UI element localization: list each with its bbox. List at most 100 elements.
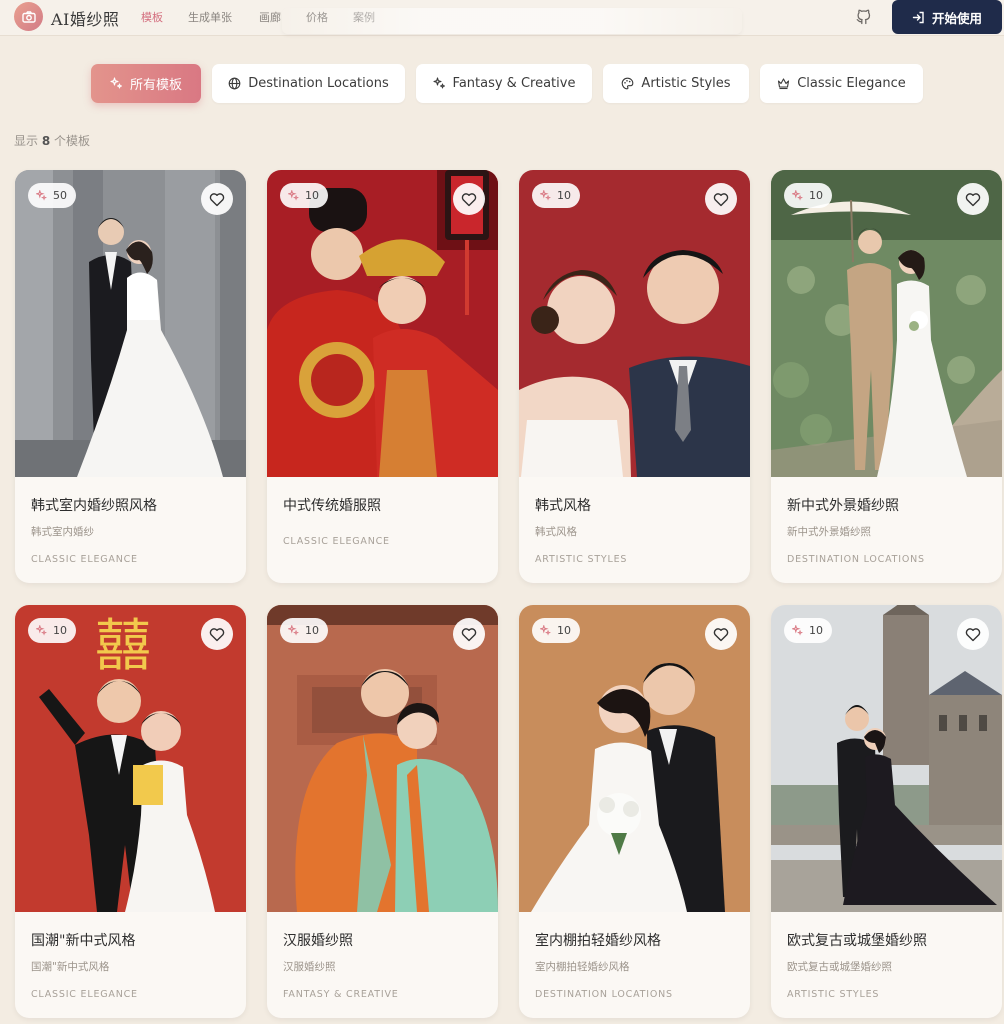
card-subtitle: 韩式室内婚纱	[31, 526, 94, 538]
login-icon	[912, 11, 924, 23]
palette-icon	[622, 77, 634, 90]
template-card[interactable]: 10 汉服婚纱照 汉服婚纱照 FANTASY & CREATIVE	[267, 605, 498, 1018]
filter-destination-locations[interactable]: Destination Locations	[212, 64, 405, 103]
likes-count: 10	[557, 189, 571, 202]
crown-icon	[778, 78, 790, 90]
heart-icon	[713, 627, 729, 641]
sparkles-icon	[792, 625, 803, 636]
sparkles-icon	[792, 190, 803, 201]
heart-icon	[209, 192, 225, 206]
likes-count: 50	[53, 189, 67, 202]
sparkles-icon	[36, 625, 47, 636]
sparkles-icon	[36, 190, 47, 201]
start-button[interactable]: 开始使用	[892, 0, 1002, 34]
likes-badge: 10	[784, 618, 832, 643]
template-card[interactable]: 10 欧式复古或城堡婚纱照 欧式复古或城堡婚纱照 ARTISTIC STYLES	[771, 605, 1002, 1018]
blurred-search-area	[282, 8, 742, 34]
filter-fantasy-creative[interactable]: Fantasy & Creative	[416, 64, 592, 103]
sparkles-icon	[432, 77, 445, 89]
card-subtitle: 室内棚拍轻婚纱风格	[535, 961, 630, 973]
card-category: FANTASY & CREATIVE	[283, 989, 399, 1000]
template-photo[interactable]: 囍	[15, 605, 246, 912]
filter-artistic-styles[interactable]: Artistic Styles	[603, 64, 749, 103]
card-title: 新中式外景婚纱照	[787, 498, 899, 514]
sparkles-icon	[540, 625, 551, 636]
likes-badge: 10	[532, 618, 580, 643]
heart-icon	[461, 627, 477, 641]
likes-count: 10	[557, 624, 571, 637]
card-title: 韩式风格	[535, 498, 591, 514]
likes-count: 10	[53, 624, 67, 637]
template-photo[interactable]	[771, 170, 1002, 477]
card-title: 汉服婚纱照	[283, 933, 353, 949]
favorite-button[interactable]	[453, 618, 485, 650]
favorite-button[interactable]	[453, 183, 485, 215]
favorite-button[interactable]	[201, 618, 233, 650]
template-card[interactable]: 囍 10 国潮"新中式风格 国潮"新中式风格 CLASSIC ELEGANCE	[15, 605, 246, 1018]
card-subtitle: 国潮"新中式风格	[31, 961, 110, 973]
filter-label: Artistic Styles	[641, 76, 731, 91]
favorite-button[interactable]	[201, 183, 233, 215]
heart-icon	[965, 627, 981, 641]
svg-text:囍: 囍	[95, 614, 151, 679]
sparkles-icon	[540, 190, 551, 201]
heart-icon	[461, 192, 477, 206]
template-card[interactable]: 10 韩式风格 韩式风格 ARTISTIC STYLES	[519, 170, 750, 583]
filter-label: Classic Elegance	[797, 76, 906, 91]
likes-count: 10	[305, 189, 319, 202]
template-photo[interactable]	[267, 605, 498, 912]
heart-icon	[965, 192, 981, 206]
template-photo[interactable]	[15, 170, 246, 477]
card-category: DESTINATION LOCATIONS	[535, 989, 673, 1000]
filter-classic-elegance[interactable]: Classic Elegance	[760, 64, 923, 103]
card-subtitle: 汉服婚纱照	[283, 961, 336, 973]
start-button-label: 开始使用	[931, 10, 982, 26]
favorite-button[interactable]	[957, 183, 989, 215]
likes-badge: 10	[280, 618, 328, 643]
category-filters: 所有模板 Destination Locations Fantasy & Cre…	[91, 64, 923, 103]
likes-count: 10	[809, 624, 823, 637]
card-title: 韩式室内婚纱照风格	[31, 498, 157, 514]
filter-label: Destination Locations	[248, 76, 389, 91]
card-title: 中式传统婚服照	[283, 498, 381, 514]
camera-icon[interactable]	[14, 2, 43, 31]
card-subtitle: 新中式外景婚纱照	[787, 526, 871, 538]
likes-badge: 10	[28, 618, 76, 643]
card-category: DESTINATION LOCATIONS	[787, 554, 925, 565]
card-category: ARTISTIC STYLES	[787, 989, 880, 1000]
github-icon[interactable]	[855, 7, 873, 25]
likes-badge: 10	[784, 183, 832, 208]
template-card[interactable]: 10 室内棚拍轻婚纱风格 室内棚拍轻婚纱风格 DESTINATION LOCAT…	[519, 605, 750, 1018]
template-photo[interactable]	[519, 605, 750, 912]
logo-text[interactable]: AI婚纱照	[51, 6, 119, 30]
filter-label: 所有模板	[129, 78, 182, 93]
card-title: 国潮"新中式风格	[31, 933, 136, 949]
card-title: 欧式复古或城堡婚纱照	[787, 933, 927, 949]
nav-gallery[interactable]: 画廊	[259, 9, 281, 25]
likes-badge: 50	[28, 183, 76, 208]
nav-templates[interactable]: 模板	[141, 9, 163, 25]
template-card[interactable]: 10 新中式外景婚纱照 新中式外景婚纱照 DESTINATION LOCATIO…	[771, 170, 1002, 583]
favorite-button[interactable]	[957, 618, 989, 650]
card-title: 室内棚拍轻婚纱风格	[535, 933, 661, 949]
card-category: CLASSIC ELEGANCE	[31, 554, 138, 565]
favorite-button[interactable]	[705, 183, 737, 215]
card-category: CLASSIC ELEGANCE	[283, 536, 390, 547]
template-photo[interactable]	[267, 170, 498, 477]
favorite-button[interactable]	[705, 618, 737, 650]
template-photo[interactable]	[519, 170, 750, 477]
template-photo[interactable]	[771, 605, 1002, 912]
nav-generate-single[interactable]: 生成单张	[188, 9, 232, 25]
top-navbar: AI婚纱照 模板 生成单张 画廊 价格 案例 开始使用	[0, 0, 1004, 36]
likes-badge: 10	[280, 183, 328, 208]
filter-all-templates[interactable]: 所有模板	[91, 64, 201, 103]
heart-icon	[209, 627, 225, 641]
card-subtitle: 欧式复古或城堡婚纱照	[787, 961, 892, 973]
heart-icon	[713, 192, 729, 206]
template-card[interactable]: 50 韩式室内婚纱照风格 韩式室内婚纱 CLASSIC ELEGANCE	[15, 170, 246, 583]
template-card[interactable]: 10 中式传统婚服照 CLASSIC ELEGANCE	[267, 170, 498, 583]
likes-count: 10	[305, 624, 319, 637]
card-category: ARTISTIC STYLES	[535, 554, 628, 565]
template-count: 显示 8 个模板	[14, 134, 91, 148]
filter-label: Fantasy & Creative	[452, 76, 576, 91]
